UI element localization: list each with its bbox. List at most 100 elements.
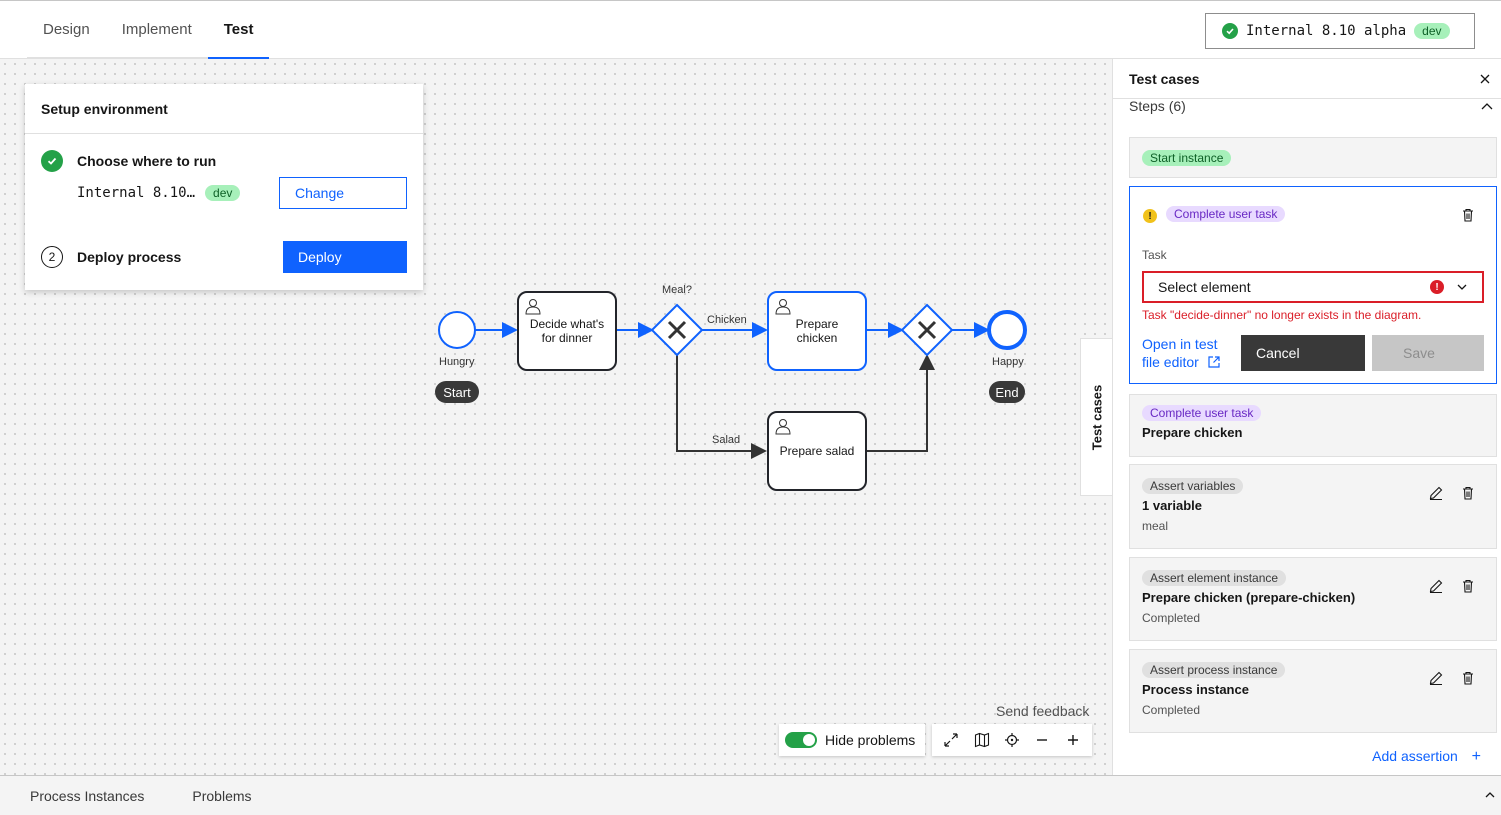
start-event-label: Hungry [439,356,475,368]
task-select[interactable]: Select element ! [1142,271,1484,303]
edit-icon[interactable] [1428,485,1444,501]
step-card-assert-process-instance[interactable]: Assert process instance Process instance… [1129,649,1497,733]
step-card-complete-user-task[interactable]: Complete user task Prepare chicken [1129,394,1497,457]
setup-environment-panel: Setup environment Choose where to run In… [25,84,423,290]
end-event[interactable] [989,312,1025,348]
step-number: 2 [41,246,63,268]
gateway-meal[interactable] [652,305,702,355]
send-feedback-link[interactable]: Send feedback [996,703,1089,719]
environment-info: Internal 8.10… dev [77,185,241,201]
user-icon [775,299,791,315]
step-choose-where: Choose where to run [41,150,216,172]
cluster-badge: dev [1414,23,1450,39]
trash-icon[interactable] [1460,207,1476,223]
chevron-up-icon[interactable] [1483,788,1497,802]
test-cases-panel: Test cases Steps (6) Start instance ! Co… [1112,59,1501,775]
top-bar: Design Implement Test Internal 8.10 alph… [0,0,1501,59]
gateway-join[interactable] [902,305,952,355]
external-link-icon [1208,356,1220,368]
card-actions [1428,578,1476,594]
step-card-edit: ! Complete user task Task Select element… [1129,186,1497,384]
test-cases-side-tab[interactable]: Test cases [1080,338,1113,496]
tab-implement[interactable]: Implement [105,1,208,59]
edit-icon[interactable] [1428,578,1444,594]
cluster-name: Internal 8.10 alpha [1246,23,1407,39]
side-tab-label: Test cases [1089,384,1105,450]
env-badge: dev [205,185,241,201]
step-tag: Complete user task [1142,405,1262,421]
check-circle-icon [1222,23,1238,39]
task-field-label: Task [1142,248,1167,262]
end-event-label: Happy [992,356,1024,368]
chevron-up-icon[interactable] [1479,99,1495,115]
tab-test[interactable]: Test [207,1,270,59]
step-tag: Complete user task [1166,206,1286,222]
flow-label-chicken: Chicken [707,314,747,326]
error-icon: ! [1430,280,1444,294]
tab-problems[interactable]: Problems [192,788,251,804]
step-label: Deploy process [77,249,182,265]
tab-design[interactable]: Design [27,1,106,59]
step-tag: Assert process instance [1142,662,1286,678]
step-tag: Assert element instance [1142,570,1287,586]
cluster-selector[interactable]: Internal 8.10 alpha dev [1205,13,1475,49]
plus-icon: + [1471,748,1481,765]
steps-header[interactable]: Steps (6) [1129,98,1186,114]
error-message: Task "decide-dinner" no longer exists in… [1142,308,1422,322]
step-card-assert-element-instance[interactable]: Assert element instance Prepare chicken … [1129,557,1497,641]
add-assertion-label: Add assertion [1372,748,1458,764]
step-tag: Start instance [1142,150,1232,166]
trash-icon[interactable] [1460,670,1476,686]
tab-list: Design Implement Test [27,1,270,59]
task-label: Prepare salad [779,444,855,458]
cancel-button[interactable]: Cancel [1241,335,1365,371]
card-actions [1428,670,1476,686]
zoom-out-icon[interactable] [1030,728,1054,752]
step-label: Choose where to run [77,153,217,169]
bottom-panel-bar: Process Instances Problems [0,775,1501,815]
task-decide-dinner[interactable]: Decide what's for dinner [517,291,617,371]
warning-icon: ! [1143,209,1157,223]
user-icon [775,419,791,435]
toggle-switch[interactable] [785,732,817,748]
flow-label-salad: Salad [712,434,741,446]
task-label: Decide what's for dinner [529,317,605,345]
change-button[interactable]: Change [279,177,407,209]
step-subtitle: meal [1142,519,1169,533]
minimap-icon[interactable] [970,728,994,752]
panel-header: Test cases [1113,59,1501,99]
step-tag: Assert variables [1142,478,1244,494]
zoom-in-icon[interactable] [1061,728,1085,752]
step-title: Prepare chicken [1142,425,1243,440]
select-value: Select element [1158,279,1251,295]
start-pill: Start [435,381,479,403]
tab-process-instances[interactable]: Process Instances [30,788,144,804]
trash-icon[interactable] [1460,485,1476,501]
env-name: Internal 8.10… [77,185,196,201]
step-card-start-instance[interactable]: Start instance [1129,137,1497,178]
end-pill: End [989,381,1025,403]
setup-title: Setup environment [25,84,423,134]
card-actions [1428,485,1476,501]
task-prepare-salad[interactable]: Prepare salad [767,411,867,491]
panel-title: Test cases [1129,70,1200,87]
open-test-file-editor-link[interactable]: Open in test file editor [1142,335,1238,371]
task-prepare-chicken[interactable]: Prepare chicken [767,291,867,371]
save-button[interactable]: Save [1372,335,1484,371]
chevron-down-icon [1457,284,1467,290]
center-icon[interactable] [1000,728,1024,752]
deploy-button[interactable]: Deploy [283,241,407,273]
task-label: Prepare chicken [795,317,839,345]
start-event[interactable] [439,312,475,348]
step-subtitle: Completed [1142,703,1201,717]
close-icon[interactable] [1477,71,1493,87]
step-card-assert-variables[interactable]: Assert variables 1 variable meal [1129,464,1497,549]
hide-problems-toggle[interactable]: Hide problems [779,724,925,756]
add-assertion-button[interactable]: Add assertion + [1372,748,1481,766]
check-circle-icon [41,150,63,172]
hide-problems-label: Hide problems [825,732,916,748]
trash-icon[interactable] [1460,578,1476,594]
fullscreen-icon[interactable] [939,728,963,752]
canvas-controls [932,724,1092,756]
edit-icon[interactable] [1428,670,1444,686]
